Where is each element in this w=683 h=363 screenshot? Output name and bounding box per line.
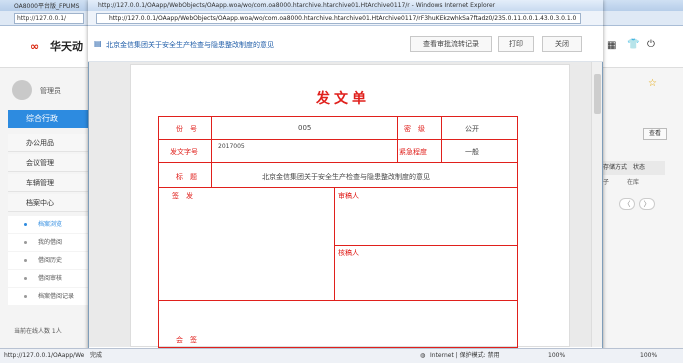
sidebar-item-admin[interactable]: 综合行政 — [8, 110, 90, 128]
dispatch-form — [158, 116, 518, 348]
sidebar-item-office-supplies[interactable]: 办公用品 — [8, 134, 90, 152]
sidebar-subitem-my-borrow[interactable]: 我的借阅 — [8, 234, 90, 251]
query-button[interactable]: 查看 — [643, 128, 667, 140]
sidebar-subitem-browse[interactable]: 档案浏览 — [8, 216, 90, 233]
shirt-icon[interactable]: 👕 — [627, 39, 639, 50]
urgency-label: 紧急程度 — [399, 148, 427, 156]
popup-status-text: 完成 — [90, 352, 103, 359]
sign-label: 签 发 — [172, 192, 193, 200]
popup-url-field[interactable]: http://127.0.0.1/OAapp/WebObjects/OAapp.… — [96, 13, 581, 24]
status-bar: http://127.0.0.1/OAapp/We 完成 ◍ Internet … — [0, 348, 683, 363]
secret-label: 密 级 — [404, 125, 425, 133]
close-button[interactable]: 关闭 — [542, 36, 582, 52]
avatar — [12, 80, 32, 100]
power-icon[interactable]: ⏻ — [647, 39, 655, 50]
document-title: 北京金信集团关于安全生产检查与隐患整改制度的意见 — [106, 41, 274, 49]
number-label: 份 号 — [176, 125, 197, 133]
header-right: ▦ 👕 ⏻ — [603, 26, 683, 68]
background-title: OA8000平台版_FPUMS — [14, 3, 80, 10]
pager: 〈 〉 — [603, 198, 663, 210]
review-label: 审稿人 — [338, 192, 359, 200]
sidebar-subitem-records[interactable]: 档案借阅记录 — [8, 288, 90, 305]
form-heading: 发文单 — [316, 91, 370, 107]
sidebar-item-meetings[interactable]: 会议管理 — [8, 154, 90, 172]
urgency-value: 一般 — [465, 148, 479, 156]
star-icon[interactable]: ☆ — [648, 78, 657, 89]
secret-value: 公开 — [465, 125, 479, 133]
sidebar-subitem-history[interactable]: 借阅历史 — [8, 252, 90, 269]
scrollbar[interactable] — [591, 62, 602, 347]
view-history-button[interactable]: 查看审批流转记录 — [410, 36, 492, 52]
document-icon: ▤ — [94, 39, 102, 48]
sidebar-subitem-review[interactable]: 借阅审核 — [8, 270, 90, 287]
security-zone: Internet | 保护模式: 禁用 — [430, 352, 500, 359]
sidebar-item-archives[interactable]: 档案中心 — [8, 194, 90, 212]
title-value: 北京金信集团关于安全生产检查与隐患整改制度的意见 — [262, 173, 430, 181]
table-header: 存储方式 状态 — [603, 161, 665, 175]
next-page-icon[interactable]: 〉 — [639, 198, 655, 210]
logo-text: 华天动 — [50, 40, 83, 53]
grid-icon[interactable]: ▦ — [607, 40, 616, 51]
popup-title: http://127.0.0.1/OAapp/WebObjects/OAapp.… — [88, 0, 603, 11]
sidebar-item-vehicles[interactable]: 车辆管理 — [8, 174, 90, 192]
user-name: 管理员 — [40, 87, 61, 95]
background-status-url: http://127.0.0.1/OAapp/We — [4, 352, 85, 359]
approve-label: 核稿人 — [338, 249, 359, 257]
doc-no-label: 发文字号 — [170, 148, 198, 156]
countersign-label: 会 签 — [176, 336, 197, 344]
scrollbar-thumb[interactable] — [594, 74, 601, 114]
background-zoom[interactable]: 100% — [640, 349, 657, 363]
globe-icon: ◍ — [420, 352, 426, 359]
popup-zoom[interactable]: 100% — [548, 349, 565, 363]
doc-no-value: 2017005 — [218, 143, 245, 150]
table-row: 子 在库 — [603, 179, 640, 186]
print-button[interactable]: 打印 — [498, 36, 534, 52]
background-url-field[interactable]: http://127.0.0.1/ — [14, 13, 84, 24]
prev-page-icon[interactable]: 〈 — [619, 198, 635, 210]
logo-icon: ∞ — [30, 40, 40, 53]
popup-address-bar: http://127.0.0.1/OAapp/WebObjects/OAapp.… — [88, 11, 603, 26]
online-count: 当前在线人数 1人 — [14, 328, 62, 335]
number-value: 005 — [298, 124, 312, 132]
title-label: 标 题 — [176, 173, 197, 181]
